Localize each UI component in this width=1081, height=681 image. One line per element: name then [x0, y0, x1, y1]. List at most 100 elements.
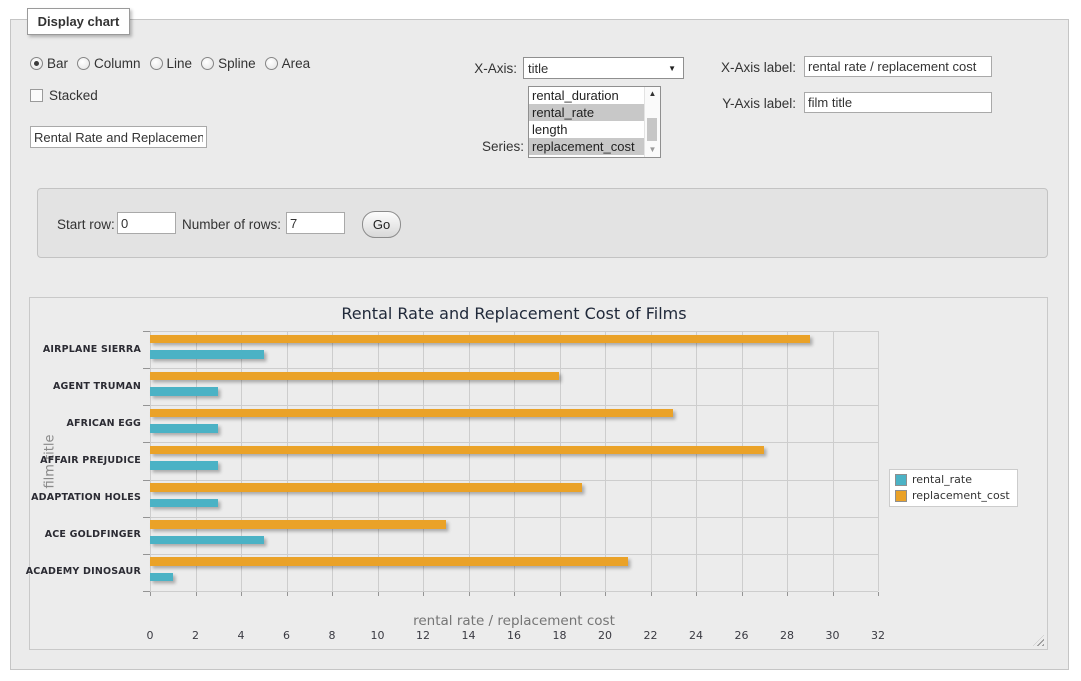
gridline-horizontal: [150, 517, 878, 518]
x-tick-mark: [287, 592, 288, 596]
bar-replacement_cost: [150, 372, 559, 381]
x-tick-mark: [696, 592, 697, 596]
replacement-cost-swatch-icon: [895, 490, 907, 502]
category-label: AGENT TRUMAN: [21, 381, 141, 392]
gridline-horizontal: [150, 442, 878, 443]
bar-rental_rate: [150, 424, 218, 433]
x-axis-select[interactable]: title ▼: [523, 57, 684, 79]
x-tick-label: 30: [818, 629, 848, 642]
bar-rental_rate: [150, 499, 218, 508]
fieldset-legend: Display chart: [27, 8, 130, 35]
gridline-vertical: [742, 331, 743, 591]
x-axis-select-label: X-Axis:: [430, 61, 517, 76]
legend-label: rental_rate: [912, 473, 972, 486]
x-tick-label: 18: [545, 629, 575, 642]
x-tick-mark: [196, 592, 197, 596]
x-tick-label: 10: [363, 629, 393, 642]
x-tick-mark: [878, 592, 879, 596]
x-tick-label: 26: [727, 629, 757, 642]
dropdown-arrow-icon: ▼: [668, 65, 676, 73]
scroll-down-icon[interactable]: ▼: [645, 143, 660, 157]
radio-line[interactable]: Line: [150, 56, 193, 71]
radio-bar[interactable]: Bar: [30, 56, 68, 71]
gridline-vertical: [833, 331, 834, 591]
x-tick-mark: [423, 592, 424, 596]
radio-line-icon[interactable]: [150, 57, 163, 70]
x-tick-mark: [605, 592, 606, 596]
plot-area: 02468101214161820222426283032AIRPLANE SI…: [150, 331, 878, 591]
series-option-rental-rate[interactable]: rental_rate: [529, 104, 660, 121]
x-tick-mark: [742, 592, 743, 596]
bar-replacement_cost: [150, 446, 764, 455]
x-tick-label: 22: [636, 629, 666, 642]
chart-title-input[interactable]: [30, 126, 207, 148]
x-tick-label: 4: [226, 629, 256, 642]
chart-title: Rental Rate and Replacement Cost of Film…: [150, 304, 878, 323]
category-label: ACADEMY DINOSAUR: [21, 566, 141, 577]
x-tick-label: 6: [272, 629, 302, 642]
radio-bar-icon[interactable]: [30, 57, 43, 70]
series-option-replacement-cost[interactable]: replacement_cost: [529, 138, 660, 155]
radio-spline[interactable]: Spline: [201, 56, 256, 71]
x-tick-mark: [378, 592, 379, 596]
scrollbar-thumb[interactable]: [647, 118, 657, 141]
gridline-vertical: [514, 331, 515, 591]
legend-item-rental-rate: rental_rate: [895, 473, 1010, 486]
bar-rental_rate: [150, 536, 264, 545]
gridline-vertical: [605, 331, 606, 591]
gridline-vertical: [696, 331, 697, 591]
gridline-horizontal: [150, 554, 878, 555]
category-label: AFFAIR PREJUDICE: [21, 455, 141, 466]
x-tick-mark: [241, 592, 242, 596]
x-tick-mark: [651, 592, 652, 596]
start-row-input[interactable]: [117, 212, 176, 234]
x-tick-label: 16: [499, 629, 529, 642]
x-tick-mark: [332, 592, 333, 596]
gridline-vertical: [378, 331, 379, 591]
scroll-up-icon[interactable]: ▲: [645, 87, 660, 101]
x-tick-mark: [833, 592, 834, 596]
category-label: ACE GOLDFINGER: [21, 529, 141, 540]
stacked-checkbox[interactable]: [30, 89, 43, 102]
x-tick-mark: [787, 592, 788, 596]
bar-rental_rate: [150, 350, 264, 359]
x-axis-label-input[interactable]: [804, 56, 992, 77]
gridline-vertical: [878, 331, 879, 591]
series-option-length[interactable]: length: [529, 121, 660, 138]
bar-replacement_cost: [150, 520, 446, 529]
stacked-checkbox-row[interactable]: Stacked: [30, 88, 98, 103]
radio-area-icon[interactable]: [265, 57, 278, 70]
x-tick-label: 14: [454, 629, 484, 642]
series-option-rental-duration[interactable]: rental_duration: [529, 87, 660, 104]
bar-replacement_cost: [150, 335, 810, 344]
number-of-rows-input[interactable]: [286, 212, 345, 234]
y-tick-mark: [143, 517, 150, 518]
bar-replacement_cost: [150, 483, 582, 492]
x-tick-mark: [469, 592, 470, 596]
radio-column[interactable]: Column: [77, 56, 141, 71]
series-scrollbar[interactable]: ▲ ▼: [644, 87, 660, 157]
y-axis-label-input[interactable]: [804, 92, 992, 113]
y-axis-label-label: Y-Axis label:: [700, 96, 796, 111]
x-tick-mark: [150, 592, 151, 596]
radio-column-icon[interactable]: [77, 57, 90, 70]
series-listbox[interactable]: rental_duration rental_rate length repla…: [528, 86, 661, 158]
legend-item-replacement-cost: replacement_cost: [895, 489, 1010, 502]
x-tick-label: 28: [772, 629, 802, 642]
series-list-label: Series:: [420, 139, 524, 154]
legend-label: replacement_cost: [912, 489, 1010, 502]
resize-grip[interactable]: [1033, 635, 1044, 646]
gridline-vertical: [469, 331, 470, 591]
gridline-horizontal: [150, 591, 878, 592]
radio-area[interactable]: Area: [265, 56, 311, 71]
x-axis-selected-value: title: [528, 61, 548, 76]
start-row-label: Start row:: [57, 217, 115, 232]
go-button[interactable]: Go: [362, 211, 401, 238]
x-tick-label: 2: [181, 629, 211, 642]
stacked-label: Stacked: [49, 88, 98, 103]
number-of-rows-label: Number of rows:: [182, 217, 281, 232]
radio-spline-icon[interactable]: [201, 57, 214, 70]
gridline-vertical: [560, 331, 561, 591]
x-tick-label: 20: [590, 629, 620, 642]
y-tick-mark: [143, 405, 150, 406]
